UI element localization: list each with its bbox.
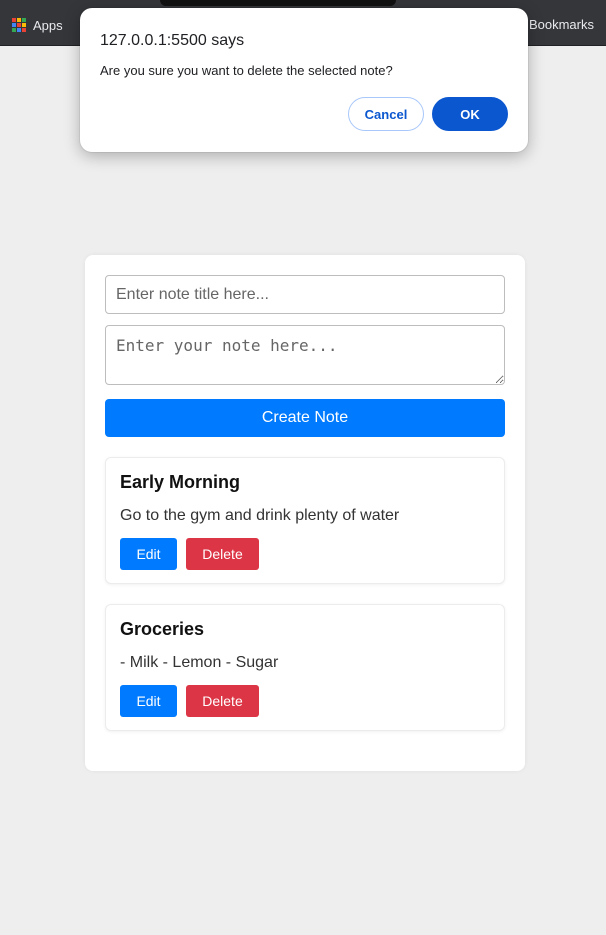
note-card: Groceries - Milk - Lemon - Sugar Edit De… — [105, 604, 505, 731]
note-card: Early Morning Go to the gym and drink pl… — [105, 457, 505, 584]
delete-note-button[interactable]: Delete — [186, 685, 259, 717]
note-body: - Milk - Lemon - Sugar — [120, 654, 279, 671]
note-title-input[interactable] — [105, 275, 505, 314]
dialog-cancel-button[interactable]: Cancel — [348, 97, 424, 131]
camera-notch — [160, 0, 396, 6]
note-body: Go to the gym and drink plenty of water — [120, 507, 400, 524]
edit-note-button[interactable]: Edit — [120, 685, 177, 717]
note-title: Early Morning — [120, 472, 241, 492]
create-note-button[interactable]: Create Note — [105, 399, 505, 437]
bookmark-all-bookmarks[interactable]: Bookmarks — [529, 17, 594, 32]
bookmark-apps-label: Apps — [33, 17, 63, 33]
dialog-message: Are you sure you want to delete the sele… — [100, 63, 393, 78]
delete-note-button[interactable]: Delete — [186, 538, 259, 570]
confirm-dialog: 127.0.0.1:5500 says Are you sure you wan… — [80, 8, 528, 152]
dialog-ok-button[interactable]: OK — [432, 97, 508, 131]
dialog-title: 127.0.0.1:5500 says — [100, 32, 245, 49]
bookmark-apps[interactable]: Apps — [12, 16, 63, 34]
apps-grid-icon — [12, 18, 26, 32]
edit-note-button[interactable]: Edit — [120, 538, 177, 570]
note-body-textarea[interactable] — [105, 325, 505, 385]
note-title: Groceries — [120, 619, 205, 639]
notes-app-card: Create Note Early Morning Go to the gym … — [85, 255, 525, 771]
